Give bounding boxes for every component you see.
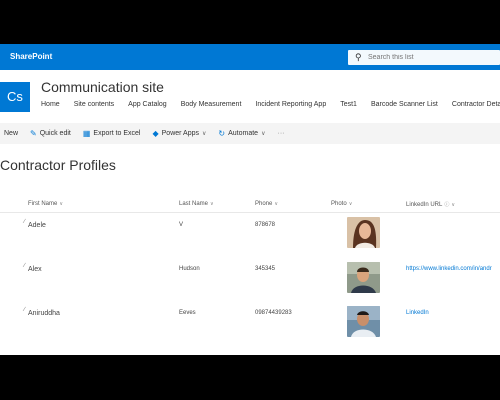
chevron-down-icon: ∨ bbox=[274, 201, 279, 207]
contractor-photo[interactable] bbox=[347, 217, 380, 248]
edit-icon[interactable]: ∕ bbox=[24, 263, 25, 269]
last-name-cell: V bbox=[179, 222, 184, 228]
command-bar: New ✎ Quick edit ▦ Export to Excel ◆ Pow… bbox=[0, 123, 500, 144]
linkedin-cell[interactable]: LinkedIn bbox=[406, 310, 429, 316]
edit-icon[interactable]: ∕ bbox=[24, 307, 25, 313]
column-header-last-name[interactable]: Last Name ∨ bbox=[179, 201, 214, 207]
chevron-down-icon: ∨ bbox=[202, 131, 207, 137]
edit-icon: ✎ bbox=[30, 129, 37, 138]
first-name-cell[interactable]: Adele bbox=[28, 222, 46, 229]
first-name-cell[interactable]: Alex bbox=[28, 266, 42, 273]
export-label: Export to Excel bbox=[93, 130, 141, 137]
suite-bar: SharePoint ⚲ bbox=[0, 44, 500, 70]
site-navigation: Home Site contents App Catalog Body Meas… bbox=[41, 101, 500, 113]
list-title: Contractor Profiles bbox=[0, 157, 116, 173]
automate-button[interactable]: ↻ Automate ∨ bbox=[218, 129, 265, 138]
phone-cell: 345345 bbox=[255, 266, 276, 272]
sharepoint-window: SharePoint ⚲ Cs Communication site Home … bbox=[0, 44, 500, 355]
nav-home[interactable]: Home bbox=[41, 101, 60, 113]
power-apps-label: Power Apps bbox=[161, 130, 199, 137]
site-logo[interactable]: Cs bbox=[0, 82, 30, 112]
first-name-header-label: First Name bbox=[28, 201, 58, 207]
edit-icon[interactable]: ∕ bbox=[24, 219, 25, 225]
nav-contractor-details[interactable]: Contractor Details bbox=[452, 101, 500, 113]
new-button[interactable]: New bbox=[4, 130, 18, 137]
nav-test1[interactable]: Test1 bbox=[340, 101, 357, 113]
chevron-down-icon: ∨ bbox=[210, 201, 214, 207]
last-name-cell: Hudson bbox=[179, 266, 200, 272]
nav-incident-reporting-app[interactable]: Incident Reporting App bbox=[255, 101, 326, 113]
nav-app-catalog[interactable]: App Catalog bbox=[128, 101, 167, 113]
search-icon: ⚲ bbox=[355, 52, 362, 62]
quick-edit-label: Quick edit bbox=[39, 130, 71, 137]
table-row[interactable]: ∕ Adele V 878678 bbox=[0, 214, 500, 258]
search-input[interactable] bbox=[368, 51, 493, 64]
search-box[interactable]: ⚲ bbox=[348, 50, 500, 65]
table-row[interactable]: ∕ Alex Hudson 345345 https://www.linkedi… bbox=[0, 258, 500, 302]
column-header-photo[interactable]: Photo ∨ bbox=[331, 201, 352, 207]
last-name-header-label: Last Name bbox=[179, 201, 209, 207]
new-label: New bbox=[4, 130, 19, 137]
sharepoint-brand[interactable]: SharePoint bbox=[10, 52, 52, 61]
column-header-first-name[interactable]: First Name ∨ bbox=[28, 201, 63, 207]
automate-icon: ↻ bbox=[218, 129, 226, 138]
excel-icon: ▦ bbox=[82, 129, 91, 138]
last-name-cell: Eeves bbox=[179, 310, 196, 316]
info-icon: ⓘ bbox=[444, 202, 450, 208]
chevron-down-icon: ∨ bbox=[348, 201, 353, 207]
contractor-photo[interactable] bbox=[347, 262, 380, 293]
power-apps-button[interactable]: ◆ Power Apps ∨ bbox=[152, 129, 206, 138]
export-to-excel-button[interactable]: ▦ Export to Excel bbox=[83, 129, 141, 138]
site-title[interactable]: Communication site bbox=[41, 79, 164, 95]
automate-label: Automate bbox=[228, 130, 259, 137]
contractor-photo[interactable] bbox=[347, 306, 380, 337]
column-header-phone[interactable]: Phone ∨ bbox=[255, 201, 278, 207]
column-header-linkedin-url[interactable]: LinkedIn URL ⓘ ∨ bbox=[406, 201, 455, 208]
table-row[interactable]: ∕ Aniruddha Eeves 09874439283 LinkedIn bbox=[0, 302, 500, 346]
phone-cell: 09874439283 bbox=[255, 310, 292, 316]
nav-site-contents[interactable]: Site contents bbox=[74, 101, 114, 113]
first-name-cell[interactable]: Aniruddha bbox=[28, 310, 60, 317]
chevron-down-icon: ∨ bbox=[261, 131, 266, 137]
phone-header-label: Phone bbox=[255, 201, 273, 207]
column-headers: First Name ∨ Last Name ∨ Phone ∨ Photo ∨ Lin… bbox=[0, 199, 500, 213]
quick-edit-button[interactable]: ✎ Quick edit bbox=[30, 129, 71, 138]
chevron-down-icon: ∨ bbox=[451, 202, 456, 208]
linkedin-cell[interactable]: https://www.linkedin.com/in/andr bbox=[406, 266, 492, 272]
linkedin-header-label: LinkedIn URL bbox=[406, 202, 443, 208]
chevron-down-icon: ∨ bbox=[59, 201, 64, 207]
photo-header-label: Photo bbox=[331, 201, 347, 207]
nav-body-measurement[interactable]: Body Measurement bbox=[181, 101, 242, 113]
power-apps-icon: ◆ bbox=[152, 129, 159, 138]
more-commands-button[interactable]: ··· bbox=[277, 130, 284, 137]
phone-cell: 878678 bbox=[255, 222, 276, 228]
nav-barcode-scanner-list[interactable]: Barcode Scanner List bbox=[371, 101, 438, 113]
